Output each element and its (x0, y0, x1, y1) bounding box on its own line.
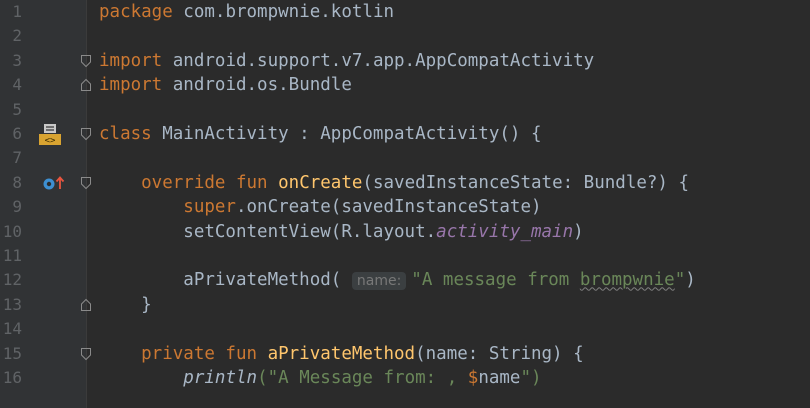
code-editor[interactable]: 1 package com.brompwnie.kotlin 2 3 import an… (0, 0, 810, 408)
code-token: private fun (99, 343, 268, 364)
code-token: ("A Message from: , (257, 368, 468, 388)
code-token: package (99, 2, 184, 22)
code-token: .onCreate(savedInstanceState) (235, 197, 542, 218)
parameter-hint: name: (351, 272, 407, 291)
code-text: class MainActivity : AppCompatActivity()… (99, 122, 542, 146)
line-number: 5 (12, 99, 22, 119)
code-token: import (99, 75, 173, 96)
code-token: android.support.v7.app.AppCompatActivity (172, 50, 595, 71)
code-token: println (183, 368, 258, 388)
code-line[interactable]: 16 println("A Message from: , $name") (0, 366, 810, 390)
code-line[interactable]: 12 aPrivateMethod( name: "A message from … (0, 268, 810, 292)
code-text: package com.brompwnie.kotlin (99, 0, 394, 24)
code-line[interactable]: 6 class MainActivity : AppCompatActivity(… (0, 122, 810, 146)
code-line[interactable]: 8 override fun onCreate(savedInstanceSta… (0, 171, 810, 195)
code-token: name (478, 368, 521, 388)
code-token: ) (573, 221, 584, 242)
code-line[interactable]: 13 } (0, 293, 810, 317)
code-text: super.onCreate(savedInstanceState) (99, 195, 542, 219)
code-text: setContentView(R.layout.activity_main) (99, 220, 584, 244)
code-line[interactable]: 5 (0, 98, 810, 122)
code-token: " (674, 270, 686, 291)
fold-open-icon[interactable] (80, 176, 92, 190)
code-token: MainActivity : AppCompatActivity() { (162, 124, 542, 144)
code-text: import android.os.Bundle (99, 73, 352, 97)
code-text: println("A Message from: , $name") (99, 366, 542, 390)
code-token: brompwnie (579, 270, 675, 291)
code-text: aPrivateMethod( name: "A message from bro… (99, 268, 696, 292)
code-token: activity_main (436, 221, 574, 242)
fold-open-icon[interactable] (80, 347, 92, 361)
code-token: (savedInstanceState: Bundle?) { (362, 172, 690, 193)
code-token: android.os.Bundle (172, 75, 352, 96)
code-token: class (99, 124, 163, 144)
line-number: 3 (12, 50, 22, 70)
code-text: } (99, 293, 152, 317)
code-token: aPrivateMethod (267, 343, 416, 364)
code-token: import (99, 50, 173, 71)
code-token: } (99, 294, 152, 315)
code-line[interactable]: 11 (0, 244, 810, 268)
code-token: ") (520, 368, 542, 388)
code-line[interactable]: 14 (0, 317, 810, 341)
line-number: 15 (2, 343, 22, 363)
line-number: 6 (12, 124, 22, 143)
code-line[interactable]: 7 (0, 146, 810, 170)
code-token: override fun (99, 172, 279, 193)
override-method-icon[interactable] (42, 175, 66, 196)
code-line[interactable]: 1 package com.brompwnie.kotlin (0, 0, 810, 24)
android-layout-icon[interactable]: <> (38, 124, 62, 151)
fold-open-icon[interactable] (80, 54, 92, 68)
code-token: super (99, 197, 236, 218)
line-number: 10 (2, 221, 22, 241)
code-line[interactable]: 4 import android.os.Bundle (0, 73, 810, 97)
code-text: import android.support.v7.app.AppCompatA… (99, 49, 594, 73)
fold-open-icon[interactable] (80, 127, 92, 141)
code-text: private fun aPrivateMethod(name: String)… (99, 342, 584, 366)
fold-close-icon[interactable] (80, 78, 92, 92)
line-number: 11 (2, 246, 22, 265)
code-token: $ (467, 368, 479, 388)
line-number: 16 (2, 368, 22, 387)
code-token: ) (685, 270, 696, 291)
code-token: com.brompwnie.kotlin (183, 2, 395, 22)
code-token: "A message from (411, 270, 580, 291)
code-line[interactable]: 15 private fun aPrivateMethod(name: Stri… (0, 342, 810, 366)
line-number: 1 (12, 2, 22, 21)
line-number: 8 (12, 172, 22, 192)
svg-text:<>: <> (45, 136, 56, 146)
code-line[interactable]: 2 (0, 24, 810, 48)
code-line[interactable]: 10 setContentView(R.layout.activity_main… (0, 220, 810, 244)
code-token: setContentView(R.layout. (99, 221, 437, 242)
line-number: 13 (2, 294, 22, 314)
code-token: (name: String) { (415, 343, 584, 364)
line-number: 9 (12, 197, 22, 217)
line-number: 14 (2, 319, 22, 339)
code-text: override fun onCreate(savedInstanceState… (99, 171, 689, 195)
line-number: 12 (2, 270, 22, 290)
line-number: 2 (12, 26, 22, 46)
fold-close-icon[interactable] (80, 298, 92, 312)
line-number: 7 (12, 148, 22, 168)
code-token: onCreate (278, 172, 363, 193)
code-token: aPrivateMethod( (99, 270, 352, 291)
code-line[interactable]: 3 import android.support.v7.app.AppCompat… (0, 49, 810, 73)
line-number: 4 (12, 75, 22, 95)
code-line[interactable]: 9 super.onCreate(savedInstanceState) (0, 195, 810, 219)
